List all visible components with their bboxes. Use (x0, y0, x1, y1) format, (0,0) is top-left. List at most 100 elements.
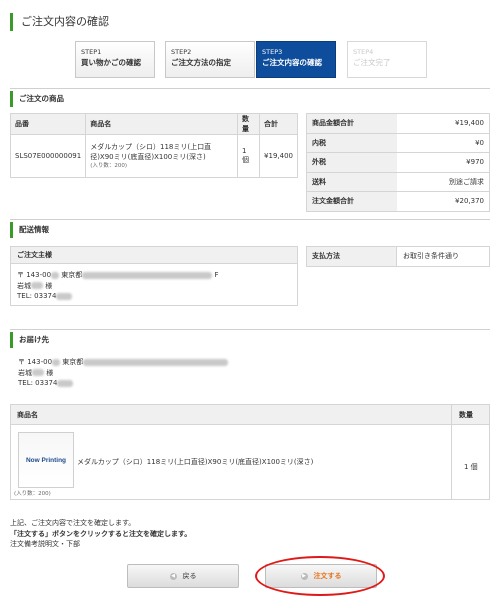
summary-value: ¥0 (396, 133, 490, 153)
order-arrow-icon: ▶ (300, 572, 308, 580)
shipto-tel-line: TEL: 03374 (18, 378, 228, 389)
shipto-address-line: 〒 143-00 東京都 (18, 357, 229, 368)
summary-value: ¥20,370 (455, 197, 484, 206)
summary-value: ¥19,400 (396, 113, 490, 134)
orderer-name-line: 岩城 様 (17, 281, 291, 292)
payment-box: 支払方法 お取引き条件通り (306, 246, 490, 267)
products-table: 品番 商品名 数量 合計 SLS07E000000091 メダルカップ（シロ）1… (9, 113, 298, 178)
product-name: メダルカップ（シロ）118ミリ(上口直径)X90ミリ(底直径)X100ミリ(深さ… (90, 142, 212, 161)
products-heading: ご注文の商品 (10, 91, 64, 107)
shipto-item-qty: 1 個 (464, 463, 478, 471)
shipto-tel: TEL: 03374 (18, 379, 58, 387)
step-1-label: 買い物かごの確認 (81, 58, 141, 67)
shipto-address: 〒 143-00 東京都 岩城 様 TEL: 03374 (18, 357, 229, 389)
step-4-number: STEP4 (353, 48, 374, 56)
redacted-mask (31, 282, 43, 289)
orderer-address-line: 〒 143-00 東京都 F (17, 270, 291, 281)
product-total: ¥19,400 (259, 134, 298, 178)
summary-row: 商品金額合計 ¥19,400 (306, 113, 490, 134)
back-arrow-icon: ◀ (169, 572, 177, 580)
orderer-tel: TEL: 03374 (17, 292, 57, 300)
col-total: 合計 (259, 113, 298, 135)
step-4-label: ご注文完了 (353, 58, 391, 67)
orderer-honorific: 様 (45, 281, 53, 290)
orderer-name: 岩城 (17, 281, 31, 290)
step-2-label: ご注文方法の指定 (171, 58, 231, 67)
shipto-postal: 〒 143-00 (18, 358, 53, 366)
back-button-label: 戻る (182, 572, 197, 580)
shipto-name-line: 岩城 様 (18, 368, 228, 379)
step-4: STEP4 ご注文完了 (347, 41, 427, 78)
summary-row: 注文金額合計 ¥20,370 (306, 191, 490, 211)
step-3-current: STEP3 ご注文内容の確認 (256, 41, 336, 78)
divider (10, 329, 490, 330)
shipto-honorific: 様 (46, 368, 54, 377)
step-2-number: STEP2 (171, 48, 192, 56)
summary-label: 商品金額合計 (306, 113, 397, 134)
orderer-label: ご注文主様 (11, 247, 297, 264)
checkout-steps: STEP1 買い物かごの確認 STEP2 ご注文方法の指定 STEP3 ご注文内… (75, 41, 427, 78)
page-title: ご注文内容の確認 (10, 13, 109, 31)
divider (10, 219, 490, 220)
orderer-floor: F (214, 271, 219, 279)
note-line-3: 注文備考説明文・下部 (10, 540, 80, 548)
redacted-mask (51, 271, 60, 279)
product-inner-qty: (入り数：200) (90, 162, 127, 169)
step-1-number: STEP1 (81, 48, 102, 56)
payment-label: 支払方法 (307, 247, 397, 266)
shipto-item-inner-qty: (入り数：200) (14, 491, 51, 497)
products-table-header: 品番 商品名 数量 合計 (9, 113, 298, 135)
divider (451, 405, 452, 424)
note-line-2: 「注文する」ボタンをクリックすると注文を確定します。 (10, 529, 192, 538)
summary-row: 送料 別途ご請求 (306, 172, 490, 192)
redacted-mask (56, 292, 73, 300)
redacted-mask (32, 369, 44, 376)
place-order-button-label: 注文する (313, 572, 342, 580)
confirm-notes: 上記、ご注文内容で注文を確定します。 「注文する」ボタンをクリックすると注文を確… (10, 518, 191, 550)
orderer-tel-line: TEL: 03374 (17, 291, 291, 302)
shipto-heading: お届け先 (10, 332, 49, 348)
product-name-cell: メダルカップ（シロ）118ミリ(上口直径)X90ミリ(底直径)X100ミリ(深さ… (85, 134, 239, 178)
shipto-item-name: メダルカップ（シロ）118ミリ(上口直径)X90ミリ(底直径)X100ミリ(深さ… (77, 458, 314, 466)
summary-row: 内税 ¥0 (306, 133, 490, 153)
summary-value: 別途ご請求 (396, 172, 490, 192)
orderer-postal: 〒 143-00 (17, 271, 52, 279)
shipto-col-qty: 数量 (459, 411, 473, 419)
summary-label: 送料 (306, 172, 397, 192)
summary-row: 外税 ¥970 (306, 152, 490, 173)
shipto-pref: 東京都 (62, 358, 84, 366)
redacted-mask (52, 358, 61, 366)
redacted-mask (83, 358, 229, 366)
divider (10, 88, 490, 89)
step-1: STEP1 買い物かごの確認 (75, 41, 155, 78)
col-name: 商品名 (85, 113, 239, 135)
shipto-name: 岩城 (18, 368, 32, 377)
summary-value: ¥970 (396, 152, 490, 173)
summary-table: 商品金額合計 ¥19,400 内税 ¥0 外税 ¥970 送料 別途ご請求 注文金額合計… (306, 113, 490, 212)
orderer-address: 〒 143-00 東京都 F 岩城 様 TEL: 03374 (11, 264, 297, 302)
redacted-mask (82, 271, 213, 279)
step-3-label: ご注文内容の確認 (262, 58, 322, 67)
product-thumbnail: Now Printing (18, 432, 74, 488)
summary-label: 注文金額合計 (306, 191, 397, 211)
shipto-items-box: 商品名 数量 Now Printing メダルカップ（シロ）118ミリ(上口直径… (10, 404, 490, 500)
now-printing-logo: Now Printing (25, 457, 67, 464)
place-order-button[interactable]: ▶ 注文する (265, 564, 377, 588)
step-3-number: STEP3 (262, 48, 283, 56)
shipto-items-header: 商品名 数量 (11, 405, 489, 425)
orderer-box: ご注文主様 〒 143-00 東京都 F 岩城 様 TEL: 03374 (10, 246, 298, 306)
orderer-pref: 東京都 (61, 271, 83, 279)
payment-value: お取引き条件通り (403, 252, 459, 260)
back-button[interactable]: ◀ 戻る (127, 564, 239, 588)
table-row: SLS07E000000091 メダルカップ（シロ）118ミリ(上口直径)X90… (9, 134, 298, 178)
divider (451, 425, 452, 499)
redacted-mask (57, 379, 74, 387)
col-qty: 数量 (237, 113, 261, 135)
col-code: 品番 (9, 113, 87, 135)
summary-label: 内税 (306, 133, 397, 153)
delivery-heading: 配送情報 (10, 222, 49, 238)
product-qty: 1 個 (237, 134, 261, 178)
step-2: STEP2 ご注文方法の指定 (165, 41, 255, 78)
shipto-col-name: 商品名 (17, 411, 38, 419)
summary-label: 外税 (306, 152, 397, 173)
